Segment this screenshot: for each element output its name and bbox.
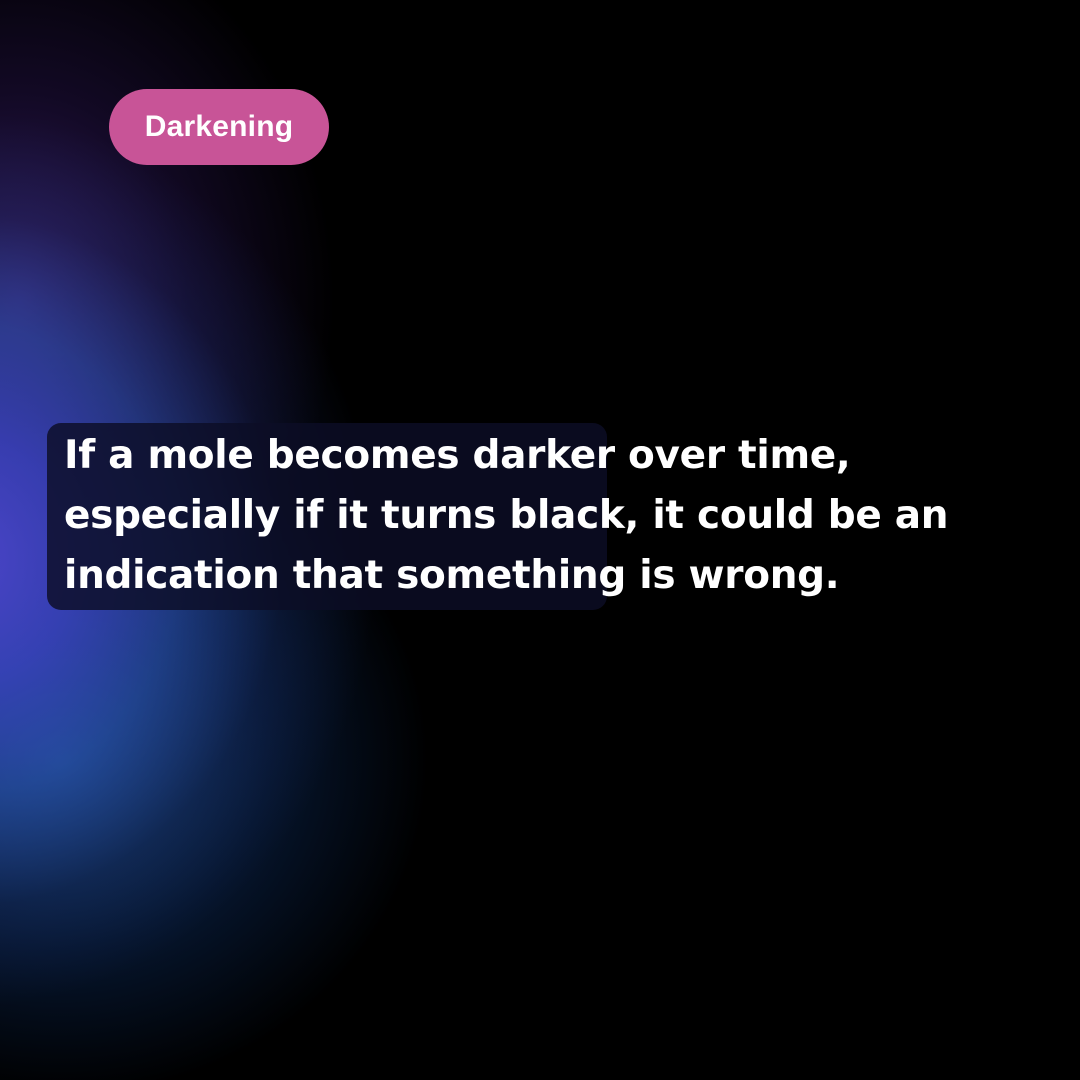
topic-tag-label: Darkening (144, 110, 294, 143)
body-text: If a mole becomes darker over time, espe… (64, 426, 1024, 606)
body-text-line: If a mole becomes darker over time, (64, 433, 851, 478)
body-text-line: especially if it turns black, it could b… (64, 493, 949, 538)
body-text-line: indication that something is wrong. (64, 553, 840, 598)
topic-tag: Darkening (109, 89, 329, 165)
slide-canvas: Darkening If a mole becomes darker over … (0, 0, 1080, 1080)
